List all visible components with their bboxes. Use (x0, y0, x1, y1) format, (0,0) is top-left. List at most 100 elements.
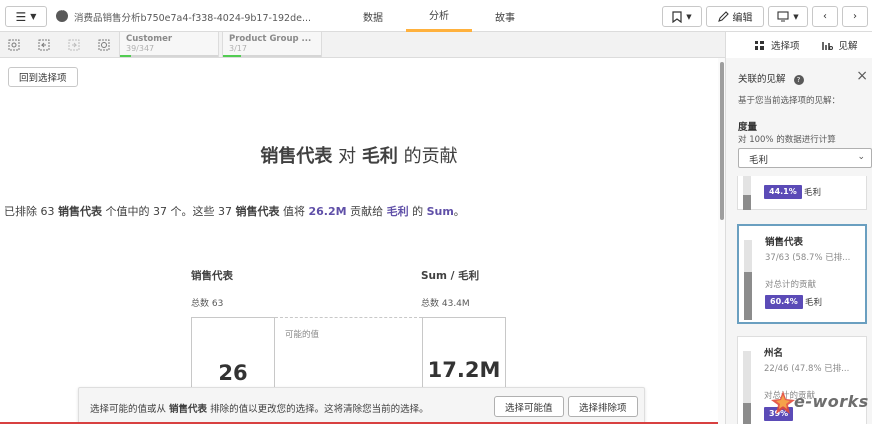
insight-card-selected[interactable]: 销售代表 37/63 (58.7% 已排... 对总计的贡献 60.4% 毛利 (737, 224, 867, 324)
select-possible-button[interactable]: 选择可能值 (494, 396, 564, 417)
chevron-down-icon: ⌄ (857, 152, 865, 162)
toast-text-part: 排除的值以更改您的选择。这将清除您当前的选择。 (207, 404, 429, 415)
smart-search-icon[interactable] (6, 37, 22, 53)
pencil-icon (717, 11, 729, 22)
heading-tail: 的贡献 (397, 146, 458, 167)
dimension-count: 26 (218, 361, 248, 385)
chevron-down-icon: ▼ (793, 12, 799, 21)
mode-tabs: 数据 分析 故事 (340, 0, 538, 32)
hamburger-icon: ☰ (15, 9, 27, 24)
possible-values-label: 可能的值 (285, 330, 320, 340)
measure-dropdown[interactable]: 毛利 ⌄ (738, 148, 872, 168)
chip-progress (120, 55, 218, 57)
sentence-value: 26.2M (308, 205, 347, 218)
card-proportion-bar (743, 351, 751, 424)
chip-progress (223, 55, 321, 57)
sentence-measure: 毛利 (386, 205, 409, 218)
insight-card[interactable]: 44.1% 毛利 (737, 176, 867, 210)
tab-selections[interactable]: 选择项 (726, 38, 800, 52)
calculation-note: 对 100% 的数据进行计算 (738, 135, 836, 145)
tab-story[interactable]: 故事 (472, 0, 538, 32)
tab-insights-label: 见解 (838, 41, 858, 52)
toast-message: 选择可能的值或从 销售代表 排除的值以更改您的选择。这将清除您当前的选择。 (90, 401, 429, 415)
sentence-part: 个值中的 37 个。这些 37 (102, 205, 236, 218)
insight-detail-view: 回到选择项 销售代表 对 毛利 的贡献 已排除 63 销售代表 个值中的 37 … (0, 58, 718, 424)
scrollbar-thumb[interactable] (720, 62, 724, 220)
tab-insights[interactable]: 见解 (800, 38, 858, 52)
panel-description: 基于您当前选择项的见解： (738, 96, 841, 106)
bookmark-button[interactable]: ▼ (662, 6, 702, 27)
card-proportion-bar (744, 240, 752, 320)
tab-selections-label: 选择项 (771, 41, 800, 52)
selections-icon (755, 40, 764, 50)
dimension-total: 总数 63 (191, 299, 224, 309)
sentence-part: 已排除 63 (4, 205, 58, 218)
previous-sheet-button[interactable]: ‹ (812, 6, 838, 27)
step-forward-icon[interactable] (66, 37, 82, 53)
selection-chip-product-group[interactable]: Product Group ... 3/17 (222, 32, 322, 57)
contribution-pill: 44.1% (764, 185, 802, 199)
edit-label: 编辑 (732, 13, 753, 24)
panel-title-text: 关联的见解 (738, 74, 786, 85)
watermark-text: e-works (794, 392, 869, 411)
sentence-dimension: 销售代表 (58, 205, 102, 218)
pill-measure-label: 毛利 (805, 298, 823, 308)
tab-data[interactable]: 数据 (340, 0, 406, 32)
main-menu-button[interactable]: ☰ ▼ (5, 6, 47, 27)
sentence-part: 值将 (279, 205, 309, 218)
page-title: 销售代表 对 毛利 的贡献 (0, 142, 718, 168)
insights-icon (821, 41, 833, 50)
bookmark-icon (672, 10, 682, 23)
sentence-part: 的 (408, 205, 427, 218)
measure-dropdown-value: 毛利 (749, 155, 769, 166)
measure-heading: 度量 (738, 122, 758, 133)
app-icon (56, 6, 68, 22)
measure-column-title: Sum / 毛利 (421, 270, 480, 282)
heading-dimension: 销售代表 (260, 146, 333, 167)
clear-selections-icon[interactable] (96, 37, 112, 53)
chevron-right-icon: › (853, 11, 857, 22)
back-to-selections-button[interactable]: 回到选择项 (8, 67, 78, 87)
next-sheet-button[interactable]: › (842, 6, 868, 27)
chevron-down-icon: ▼ (686, 12, 692, 21)
insight-sentence: 已排除 63 销售代表 个值中的 37 个。这些 37 销售代表 值将 26.2… (4, 203, 465, 219)
step-back-icon[interactable] (36, 37, 52, 53)
sentence-part: 贡献给 (346, 205, 387, 218)
select-excluded-button[interactable]: 选择排除项 (568, 396, 638, 417)
toast-dimension: 销售代表 (169, 404, 208, 415)
measure-total: 总数 43.4M (421, 299, 470, 309)
present-button[interactable]: ▼ (768, 6, 808, 27)
chip-count: 3/17 (229, 44, 247, 53)
edit-button[interactable]: 编辑 (706, 6, 764, 27)
selection-toast: 选择可能的值或从 销售代表 排除的值以更改您的选择。这将清除您当前的选择。 选择… (78, 387, 645, 424)
chip-field-name: Product Group ... (229, 34, 312, 44)
top-toolbar: ☰ ▼ 消费品销售分析b750e7a4-f338-4024-9b17-192de… (0, 0, 872, 32)
dimension-column-title: 销售代表 (191, 270, 233, 282)
monitor-icon (777, 11, 789, 22)
card-dimension-name: 销售代表 (765, 237, 804, 248)
pill-measure-label: 毛利 (804, 188, 822, 198)
card-stat: 22/46 (47.8% 已排... (764, 364, 850, 374)
card-dimension-name: 州名 (764, 348, 784, 359)
selection-chip-customer[interactable]: Customer 39/347 (119, 32, 219, 57)
contribution-pill: 60.4% (765, 295, 803, 309)
selection-bar: Customer 39/347 Product Group ... 3/17 选… (0, 32, 872, 58)
heading-measure: 毛利 (361, 146, 398, 167)
chevron-down-icon: ▼ (30, 12, 37, 21)
chip-field-name: Customer (126, 34, 173, 44)
panel-title: 关联的见解? (738, 71, 804, 85)
tab-analysis[interactable]: 分析 (406, 0, 472, 32)
sentence-dimension: 销售代表 (235, 205, 280, 218)
card-contribution-label: 对总计的贡献 (765, 280, 817, 290)
help-icon[interactable]: ? (793, 74, 804, 85)
toolbar-tools: ▼ 编辑 ▼ ‹ › (662, 6, 868, 27)
panel-tabs: 选择项 见解 (725, 32, 872, 58)
e-works-watermark-logo: e-works (768, 388, 870, 422)
app-title[interactable]: 消费品销售分析b750e7a4-f338-4024-9b17-192de... (74, 10, 311, 24)
close-icon[interactable]: × (856, 68, 868, 84)
insights-panel: 关联的见解? × 基于您当前选择项的见解： 度量 对 100% 的数据进行计算 … (725, 58, 872, 424)
chip-count: 39/347 (126, 44, 155, 53)
sentence-aggregation: Sum (426, 205, 454, 218)
heading-connector: 对 (332, 146, 362, 167)
main-scrollbar[interactable] (718, 58, 725, 424)
